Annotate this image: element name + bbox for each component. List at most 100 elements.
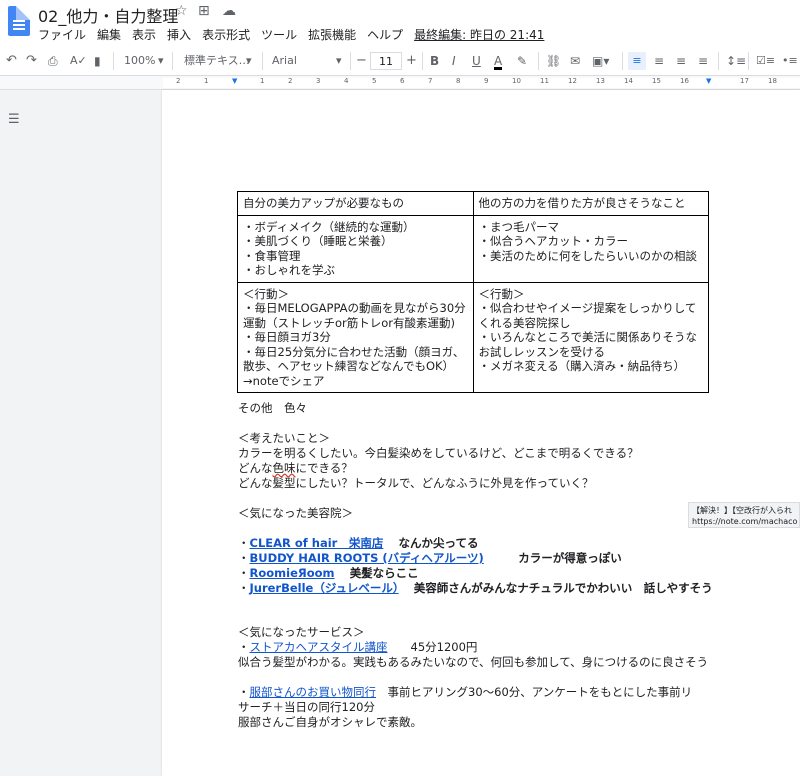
ruler-number: 16 [680, 77, 689, 85]
table-header-others[interactable]: 他の方の力を借りた方が良さそうなこと [472, 191, 709, 216]
ruler-number: 9 [484, 77, 489, 85]
style-select[interactable]: 標準テキス… [184, 52, 250, 70]
bulleted-list-icon[interactable]: •≡ [782, 52, 798, 70]
insert-image-icon[interactable]: ▣▾ [592, 52, 609, 70]
table-cell-others-actions[interactable]: ＜行動＞ ・似合わせやイメージ提案をしっかりして くれる美容院探し ・いろんなと… [472, 281, 709, 393]
tooltip-url[interactable]: https://note.com/machaco [692, 516, 797, 527]
service-desc-2b: 服部さんご自身がオシャレで素敵。 [238, 715, 422, 729]
menu-file[interactable]: ファイル [38, 26, 86, 44]
cell-line: お試しレッスンを受ける [478, 344, 606, 359]
font-select[interactable]: Arial [272, 52, 297, 70]
salon-link-buddy[interactable]: BUDDY HAIR ROOTS (バディヘアルーツ) [250, 551, 484, 565]
menu-help[interactable]: ヘルプ [367, 26, 403, 44]
zoom-dropdown-icon[interactable]: ▾ [158, 52, 164, 70]
menu-tools[interactable]: ツール [261, 26, 297, 44]
spellcheck-icon[interactable]: A✓ [70, 52, 87, 70]
document-outline-icon[interactable]: ☰ [8, 112, 22, 127]
cell-line: ・ボディメイク（継続的な運動） [243, 219, 415, 234]
ruler-number: 14 [624, 77, 633, 85]
salon-item-3: ・RoomieЯoom 美髪ならここ [238, 566, 419, 580]
horizontal-ruler[interactable]: 2 1 ▼ 1 2 3 4 5 6 7 8 9 10 11 12 13 14 1… [0, 76, 800, 90]
salon-link-jurerbelle[interactable]: JurerBelle（ジュレベール） [250, 581, 399, 595]
link-preview-tooltip[interactable]: 【解決！】【空改行が入られ https://note.com/machaco [688, 502, 800, 528]
table-cell-self-items[interactable]: ・ボディメイク（継続的な運動） ・美肌づくり（睡眠と栄養） ・食事管理 ・おしゃ… [237, 214, 474, 283]
cell-line: ・美肌づくり（睡眠と栄養） [243, 234, 393, 248]
menu-view[interactable]: 表示 [132, 26, 156, 44]
spelling-flag[interactable]: 色味 [273, 461, 296, 475]
service-item-1: ・ストアカヘアスタイル講座 45分1200円 [238, 640, 478, 654]
align-right-icon[interactable]: ≡ [676, 52, 686, 70]
menu-format[interactable]: 表示形式 [202, 26, 250, 44]
ruler-number: 1 [260, 77, 265, 85]
line-spacing-icon[interactable]: ↕≡ [726, 52, 746, 70]
salon-note: 美髪ならここ [349, 566, 419, 580]
document-title[interactable]: 02_他力・自力整理 [38, 3, 178, 27]
salon-item-2: ・BUDDY HAIR ROOTS (バディヘアルーツ) カラーが得意っぽい [238, 551, 622, 565]
cell-line: ・毎日MELOGAPPAの動画を見ながら30分 [243, 301, 466, 315]
salon-note: 美容師さんがみんなナチュラルでかわいい 話しやすそう [413, 581, 713, 595]
font-dropdown-icon[interactable]: ▾ [336, 52, 342, 70]
cell-line: ・おしゃれを学ぶ [243, 263, 335, 277]
docs-logo-icon[interactable] [8, 6, 30, 36]
menu-extensions[interactable]: 拡張機能 [308, 26, 356, 44]
font-size-input[interactable]: 11 [370, 52, 402, 70]
cell-line: ・毎日顔ヨガ3分 [243, 330, 331, 344]
align-left-icon[interactable]: ≡ [628, 52, 646, 70]
increase-font-size-icon[interactable]: + [406, 52, 417, 70]
cell-line: ・食事管理 [243, 248, 301, 263]
title-bar: 02_他力・自力整理 ☆ ⊞ ☁ ファイル 編集 表示 挿入 表示形式 ツール … [0, 0, 800, 46]
undo-icon[interactable]: ↶ [6, 52, 17, 70]
ruler-number: 15 [652, 77, 661, 85]
justify-icon[interactable]: ≡ [698, 52, 708, 70]
star-icon[interactable]: ☆ [175, 3, 188, 19]
right-indent-marker-icon[interactable]: ▼ [706, 77, 711, 85]
service-desc-1: 似合う髪型がわかる。実践もあるみたいなので、何回も参加して、身につけるのに良さそ… [238, 655, 709, 669]
salon-link-roomie[interactable]: RoomieЯoom [250, 566, 335, 580]
highlight-icon[interactable]: ✎ [517, 52, 527, 70]
bold-icon[interactable]: B [430, 52, 439, 70]
style-dropdown-icon[interactable]: ▾ [246, 52, 252, 70]
table-header-self[interactable]: 自分の美力アップが必要なもの [237, 191, 474, 216]
paint-format-icon[interactable]: ▮ [94, 52, 101, 70]
salon-link-clear[interactable]: CLEAR of hair 栄南店 [250, 536, 384, 550]
service-item-2: ・服部さんのお買い物同行 事前ヒアリング30〜60分、アンケートをもとにした事前… [238, 685, 693, 699]
ruler-number: 4 [344, 77, 349, 85]
cell-line: →noteでシェア [243, 373, 325, 388]
salon-item-4: ・JurerBelle（ジュレベール） 美容師さんがみんなナチュラルでかわいい … [238, 581, 713, 595]
text-think-3: どんな髪型にしたい？トータルで、どんなふうに外見を作っていく？ [238, 476, 594, 490]
cell-line: ・似合うヘアカット・カラー [478, 234, 629, 248]
left-indent-marker-icon[interactable]: ▼ [232, 77, 237, 85]
cloud-status-icon[interactable]: ☁ [222, 3, 236, 19]
cell-line: ＜行動＞ [478, 286, 525, 301]
ruler-number: 11 [540, 77, 549, 85]
decrease-font-size-icon[interactable]: − [356, 52, 367, 70]
insert-link-icon[interactable]: ⛓ [546, 52, 561, 70]
menu-edit[interactable]: 編集 [97, 26, 121, 44]
table-cell-self-actions[interactable]: ＜行動＞ ・毎日MELOGAPPAの動画を見ながら30分 運動（ストレッチor筋… [237, 281, 474, 393]
tooltip-title: 【解決！】【空改行が入られ [692, 506, 792, 515]
text-think-1: カラーを明るくしたい。今白髪染めをしているけど、どこまで明るくできる？ [238, 446, 639, 460]
print-icon[interactable]: ⎙ [48, 52, 58, 70]
service-desc-2a: サーチ＋当日の同行120分 [238, 700, 375, 714]
content-table[interactable]: 自分の美力アップが必要なもの 他の方の力を借りた方が良さそうなこと ・ボディメイ… [237, 191, 709, 393]
align-center-icon[interactable]: ≡ [654, 52, 664, 70]
checklist-icon[interactable]: ☑≡ [756, 52, 775, 70]
ruler-number: 12 [568, 77, 577, 85]
underline-icon[interactable]: U [472, 52, 481, 70]
table-cell-others-items[interactable]: ・まつ毛パーマ ・似合うヘアカット・カラー ・美活のために何をしたらいいのかの相… [472, 214, 709, 283]
comment-icon[interactable]: ✉ [570, 52, 580, 70]
redo-icon[interactable]: ↷ [26, 52, 37, 70]
cell-line: ・まつ毛パーマ [478, 219, 560, 234]
text-color-icon[interactable]: A [494, 52, 503, 70]
cell-line: ・似合わせやイメージ提案をしっかりして [478, 301, 697, 315]
italic-icon[interactable]: I [452, 52, 456, 70]
zoom-select[interactable]: 100% [124, 52, 155, 70]
service-link-storeaka[interactable]: ストアカヘアスタイル講座 [250, 640, 388, 654]
move-folder-icon[interactable]: ⊞ [198, 3, 210, 19]
menu-bar: ファイル 編集 表示 挿入 表示形式 ツール 拡張機能 ヘルプ 最終編集: 昨日… [38, 26, 555, 44]
heading-service: ＜気になったサービス＞ [238, 625, 365, 639]
salon-item-1: ・CLEAR of hair 栄南店 なんか尖ってる [238, 536, 479, 550]
menu-insert[interactable]: 挿入 [167, 26, 191, 44]
service-link-hattori[interactable]: 服部さんのお買い物同行 [250, 685, 377, 699]
last-edit-link[interactable]: 最終編集: 昨日の 21:41 [414, 26, 544, 44]
